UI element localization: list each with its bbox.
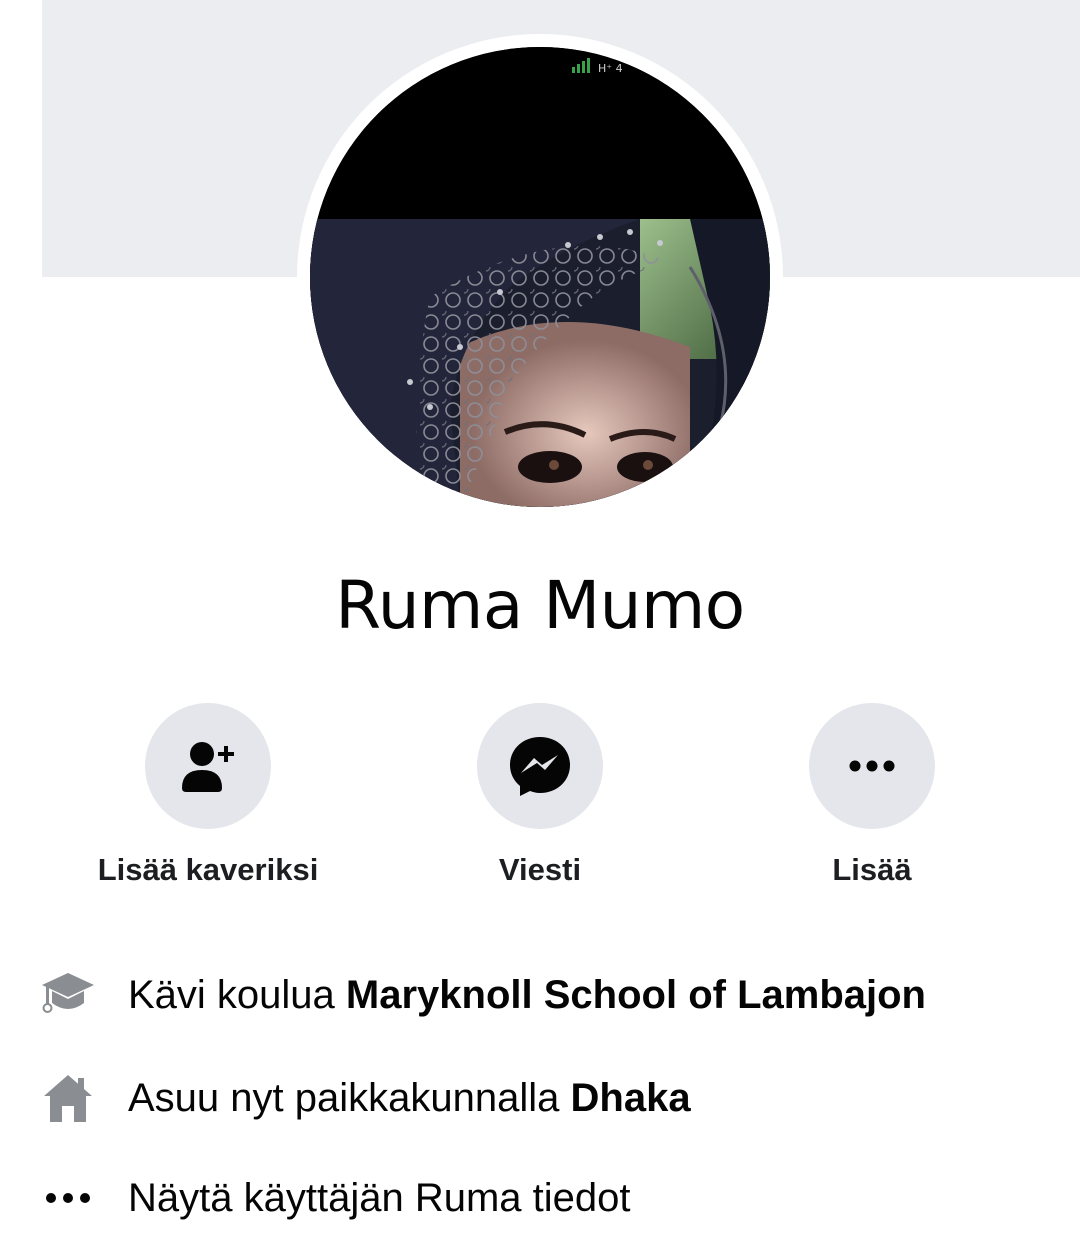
more-button[interactable]: Lisää <box>742 703 1002 889</box>
school-name[interactable]: Maryknoll School of Lambajon <box>346 973 926 1017</box>
graduation-cap-icon <box>42 973 94 1013</box>
messenger-icon <box>510 737 570 796</box>
info-residence-text: Asuu nyt paikkakunnalla Dhaka <box>128 1076 691 1120</box>
add-friend-icon <box>182 742 234 792</box>
info-details-text: Näytä käyttäjän Ruma tiedot <box>128 1176 631 1220</box>
profile-name: Ruma Mumo <box>335 567 745 644</box>
more-circle[interactable] <box>809 703 935 829</box>
add-friend-label: Lisää kaveriksi <box>97 852 319 887</box>
message-circle[interactable] <box>477 703 603 829</box>
message-label: Viesti <box>498 852 582 887</box>
city-name[interactable]: Dhaka <box>571 1076 691 1120</box>
svg-text:H⁺ 4: H⁺ 4 <box>598 62 623 75</box>
more-label: Lisää <box>832 852 912 887</box>
profile-picture[interactable]: H⁺ 4 <box>310 47 770 507</box>
info-school-text: Kävi koulua Maryknoll School of Lambajon <box>128 973 926 1017</box>
info-residence[interactable]: Asuu nyt paikkakunnalla Dhaka <box>40 1068 1080 1128</box>
message-button[interactable]: Viesti <box>410 703 670 889</box>
add-friend-circle[interactable] <box>145 703 271 829</box>
home-icon <box>44 1075 92 1122</box>
more-dots-icon <box>46 1193 90 1203</box>
info-details[interactable]: Näytä käyttäjän Ruma tiedot <box>40 1168 1080 1228</box>
add-friend-button[interactable]: Lisää kaveriksi <box>78 703 338 889</box>
info-school[interactable]: Kävi koulua Maryknoll School of Lambajon <box>40 965 1080 1025</box>
more-icon <box>849 760 895 772</box>
